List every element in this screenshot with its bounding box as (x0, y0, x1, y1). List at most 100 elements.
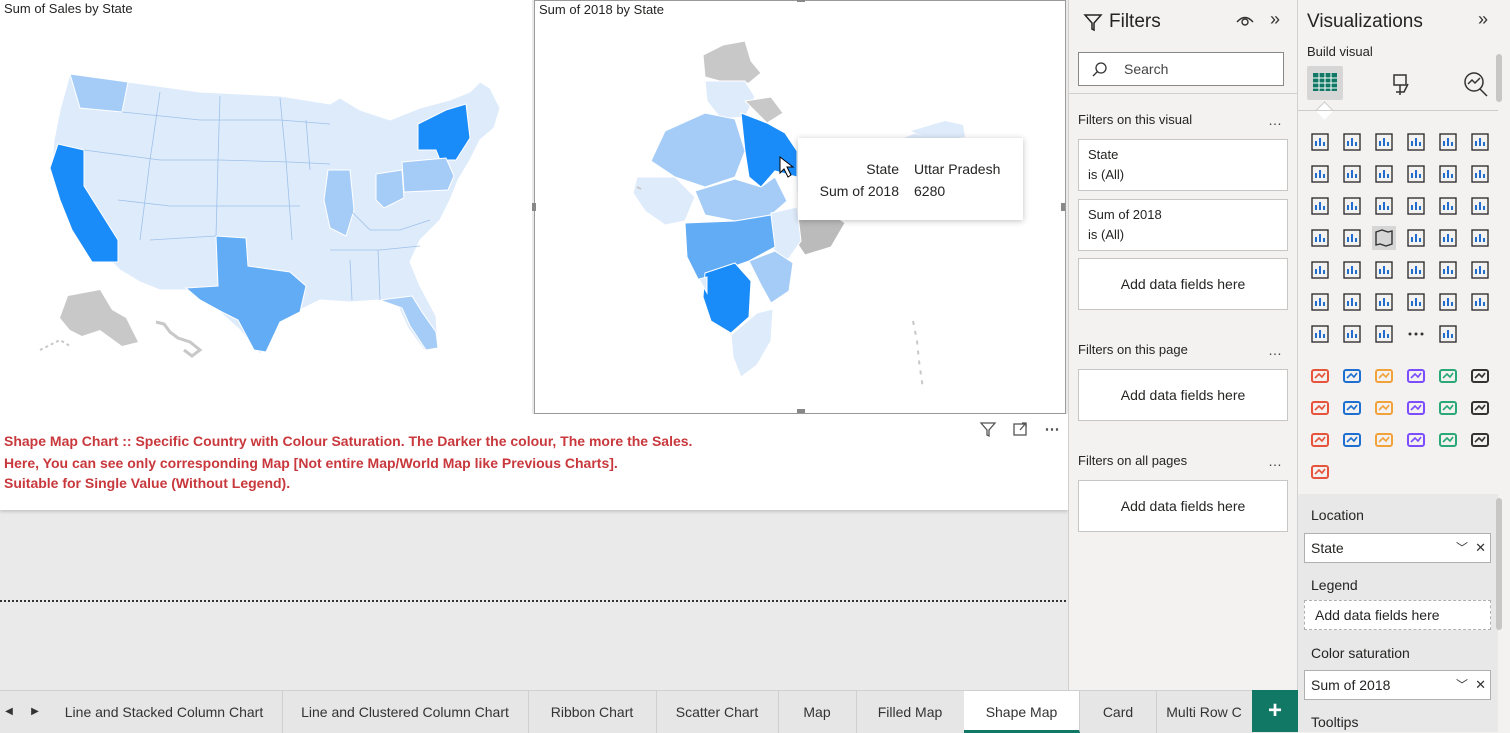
slicer-icon[interactable] (1372, 258, 1396, 282)
r-visual-icon[interactable] (1468, 258, 1492, 282)
hourglass-icon[interactable] (1436, 428, 1460, 452)
dual-kpi-icon[interactable] (1308, 428, 1332, 452)
kpi-icon[interactable] (1340, 258, 1364, 282)
page-tab[interactable]: Line and Clustered Column Chart (282, 691, 529, 733)
table-icon[interactable] (1404, 258, 1428, 282)
resize-handle-left[interactable] (532, 203, 536, 211)
legend-drop-zone[interactable]: Add data fields here (1304, 600, 1491, 630)
shape-map-icon[interactable] (1372, 226, 1396, 250)
line-chart-icon[interactable] (1308, 162, 1332, 186)
format-visual-icon[interactable] (1388, 70, 1416, 98)
more-options-icon[interactable]: … (1268, 112, 1283, 128)
build-visual-tab[interactable] (1307, 66, 1343, 100)
funnel-icon[interactable] (1340, 194, 1364, 218)
radar-icon[interactable] (1372, 364, 1396, 388)
filter-icon[interactable] (978, 420, 998, 440)
page-tab[interactable]: Ribbon Chart (528, 691, 657, 733)
calendar-icon[interactable] (1372, 396, 1396, 420)
python-visual-icon[interactable] (1308, 290, 1332, 314)
filters-all-drop-zone[interactable]: Add data fields here (1078, 480, 1288, 532)
gauge-icon[interactable] (1436, 226, 1460, 250)
decomposition-tree-icon[interactable] (1372, 290, 1396, 314)
clustered-bar-icon[interactable] (1372, 130, 1396, 154)
add-page-button[interactable]: + (1252, 690, 1298, 732)
viz-scrollbar[interactable] (1496, 498, 1502, 630)
scatter-icon[interactable] (1372, 194, 1396, 218)
smart-narrative-icon[interactable] (1436, 290, 1460, 314)
power-automate-icon[interactable] (1372, 322, 1396, 346)
description-textbox[interactable]: Shape Map Chart :: Specific Country with… (0, 414, 1068, 510)
collapse-viz-icon[interactable]: » (1478, 9, 1488, 30)
resize-handle-bottom[interactable] (797, 409, 805, 413)
color-saturation-field-pill[interactable]: Sum of 2018 ﹀ ✕ (1304, 670, 1491, 700)
paginated-report-icon[interactable] (1308, 322, 1332, 346)
more-options-icon[interactable]: … (1268, 342, 1283, 358)
more-options-icon[interactable]: ⋯ (1042, 420, 1062, 440)
multi-row-card-icon[interactable] (1308, 258, 1332, 282)
filter-card-state[interactable]: State is (All) (1078, 139, 1288, 191)
page-tab[interactable]: Line and Stacked Column Chart (46, 691, 283, 733)
us-shape-map-visual[interactable]: Sum of Sales by State (0, 0, 532, 414)
analytics-icon[interactable] (1460, 70, 1490, 98)
filled-map-icon[interactable] (1340, 226, 1364, 250)
azure-map-icon[interactable] (1404, 226, 1428, 250)
matrix-icon[interactable] (1436, 258, 1460, 282)
tab-scroll-right-icon[interactable]: ▶ (26, 691, 44, 733)
stacked-area-icon[interactable] (1372, 162, 1396, 186)
visual-icon[interactable] (1308, 460, 1332, 484)
location-field-pill[interactable]: State ﹀ ✕ (1304, 533, 1491, 563)
donut-icon[interactable] (1436, 194, 1460, 218)
sankey-icon[interactable] (1340, 364, 1364, 388)
bar-custom-icon[interactable] (1436, 396, 1460, 420)
drop-icon[interactable] (1404, 428, 1428, 452)
filters-page-drop-zone[interactable]: Add data fields here (1078, 369, 1288, 421)
chevron-down-icon[interactable]: ﹀ (1456, 671, 1468, 699)
tab-scroll-left-icon[interactable]: ◀ (0, 691, 18, 733)
filters-search-input[interactable]: Search (1078, 52, 1284, 86)
fish-icon[interactable] (1340, 428, 1364, 452)
resize-handle-right[interactable] (1061, 203, 1065, 211)
card-icon[interactable] (1468, 226, 1492, 250)
100-stacked-bar-icon[interactable] (1436, 130, 1460, 154)
more-options-icon[interactable]: … (1268, 453, 1283, 469)
search-icon[interactable] (1404, 364, 1428, 388)
pie-icon[interactable] (1404, 194, 1428, 218)
eye-icon[interactable] (1235, 13, 1255, 29)
chevron-down-icon[interactable]: ﹀ (1456, 534, 1468, 562)
key-influencers-icon[interactable] (1340, 290, 1364, 314)
word-cloud-icon[interactable] (1436, 322, 1460, 346)
100-stacked-column-icon[interactable] (1468, 130, 1492, 154)
page-tab[interactable]: Shape Map (964, 691, 1080, 733)
remove-field-icon[interactable]: ✕ (1475, 534, 1486, 562)
waterfall-icon[interactable] (1308, 194, 1332, 218)
stacked-column-icon[interactable] (1340, 130, 1364, 154)
line-stacked-column-icon[interactable] (1404, 162, 1428, 186)
treemap-icon[interactable] (1468, 194, 1492, 218)
chiclet-icon[interactable] (1468, 364, 1492, 388)
goals-icon[interactable] (1468, 290, 1492, 314)
map-icon[interactable] (1308, 226, 1332, 250)
line-clustered-column-icon[interactable] (1436, 162, 1460, 186)
tile-icon[interactable] (1340, 396, 1364, 420)
text-filter-icon[interactable] (1308, 364, 1332, 388)
viz-scrollbar-top[interactable] (1496, 54, 1502, 102)
collapse-filters-icon[interactable]: » (1270, 9, 1280, 30)
table-custom-icon[interactable] (1372, 428, 1396, 452)
bullet-icon[interactable] (1308, 396, 1332, 420)
gauge-custom-icon[interactable] (1404, 396, 1428, 420)
area-chart-icon[interactable] (1340, 162, 1364, 186)
power-apps-icon[interactable] (1340, 322, 1364, 346)
page-tab[interactable]: Card (1080, 691, 1157, 733)
wordart-icon[interactable] (1468, 396, 1492, 420)
filter-card-sum-2018[interactable]: Sum of 2018 is (All) (1078, 199, 1288, 251)
filters-visual-drop-zone[interactable]: Add data fields here (1078, 258, 1288, 310)
remove-field-icon[interactable]: ✕ (1475, 671, 1486, 699)
page-tab[interactable]: Multi Row C (1156, 691, 1253, 733)
page-tab[interactable]: Filled Map (856, 691, 965, 733)
resize-handle-top[interactable] (797, 0, 805, 2)
page-tab[interactable]: Map (778, 691, 857, 733)
qa-icon[interactable] (1404, 290, 1428, 314)
focus-mode-icon[interactable] (1010, 420, 1030, 440)
more-visuals-icon[interactable] (1404, 322, 1428, 346)
page-tab[interactable]: Scatter Chart (656, 691, 779, 733)
